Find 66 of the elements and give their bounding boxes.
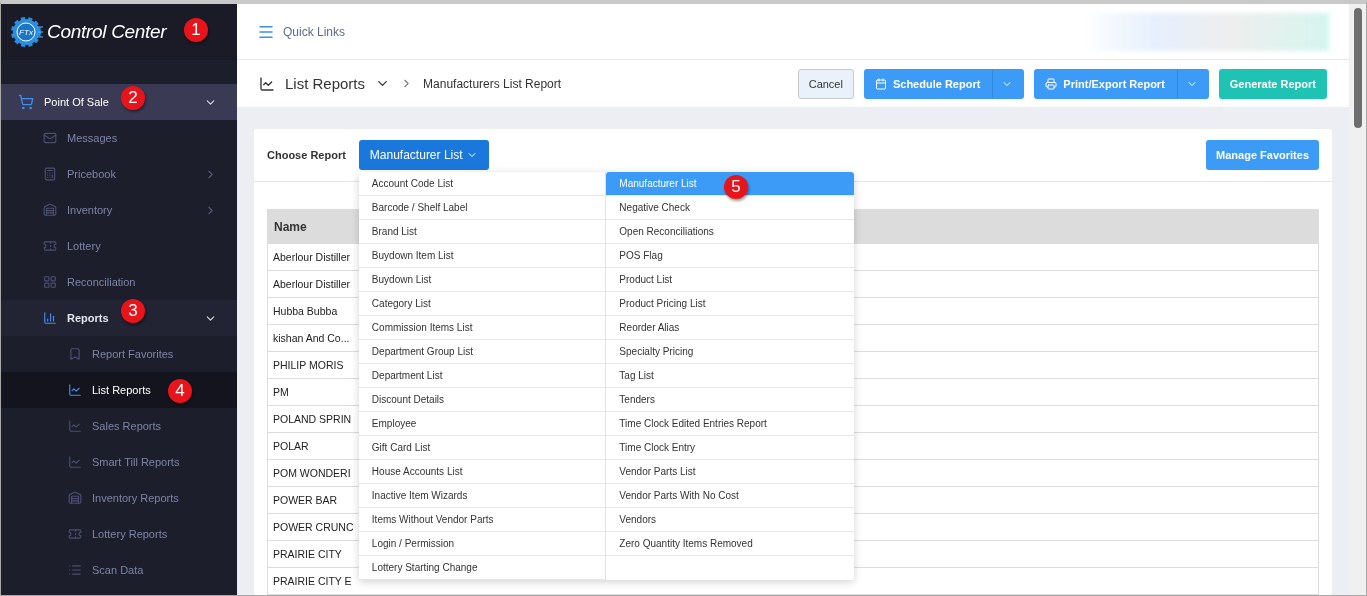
sidebar-item[interactable]: Messages <box>1 120 237 156</box>
menu-option[interactable]: Specialty Pricing <box>606 340 854 364</box>
bookmark-icon <box>68 347 82 361</box>
bar-chart-icon <box>43 311 57 325</box>
scrollbar[interactable] <box>1349 4 1366 595</box>
sidebar-item[interactable]: Report Favorites <box>1 336 237 372</box>
menu-option[interactable]: Commission Items List <box>358 316 606 340</box>
menu-option[interactable]: Department List <box>358 364 606 388</box>
menu-option[interactable]: POS Flag <box>606 244 854 268</box>
breadcrumb-section[interactable]: List Reports <box>285 75 366 92</box>
calculator-icon <box>43 167 57 181</box>
menu-option[interactable]: Department Group List <box>358 340 606 364</box>
menu-option[interactable]: Login / Permission <box>358 532 606 556</box>
menu-option[interactable]: Product Pricing List <box>606 292 854 316</box>
menu-option[interactable]: Buydown List <box>358 268 606 292</box>
menu-option[interactable]: Barcode / Shelf Label <box>358 196 606 220</box>
menu-option[interactable]: House Accounts List <box>358 460 606 484</box>
printer-icon <box>1045 77 1058 90</box>
action-button[interactable]: Cancel <box>797 68 854 99</box>
choose-report-label: Choose Report <box>267 149 346 161</box>
cart-icon <box>18 94 34 110</box>
menu-option[interactable]: Vendors <box>606 508 854 532</box>
menu-option[interactable]: Brand List <box>358 220 606 244</box>
menu-option[interactable]: Lottery Starting Change <box>358 556 606 580</box>
menu-option[interactable]: Tenders <box>606 388 854 412</box>
quick-links[interactable]: Quick Links <box>283 24 1073 39</box>
menu-option[interactable]: Open Reconciliations <box>606 220 854 244</box>
menu-option[interactable]: Items Without Vendor Parts <box>358 508 606 532</box>
menu-option[interactable]: Time Clock Entry <box>606 436 854 460</box>
sidebar-item[interactable]: Lottery Reports <box>1 516 237 552</box>
menu-option[interactable]: Inactive Item Wizards <box>358 484 606 508</box>
sidebar-item[interactable]: Reconciliation <box>1 264 237 300</box>
menu-option[interactable]: Tag List <box>606 364 854 388</box>
ticket-icon <box>68 527 82 541</box>
sidebar-item[interactable]: Inventory <box>1 192 237 228</box>
logo-text: Control Center <box>47 21 167 43</box>
menu-option[interactable]: Category List <box>358 292 606 316</box>
list-icon <box>68 563 82 577</box>
menu-option[interactable]: Reorder Alias <box>606 316 854 340</box>
menu-option[interactable]: Vendor Parts With No Cost <box>606 484 854 508</box>
sidebar-item[interactable]: Inventory Reports <box>1 480 237 516</box>
sidebar-item[interactable]: Scan Data <box>1 552 237 588</box>
envelope-icon <box>43 131 57 145</box>
menu-option[interactable]: Zero Quantity Items Removed <box>606 532 854 556</box>
menu-option[interactable]: Employee <box>358 412 606 436</box>
line-chart-icon <box>259 75 275 92</box>
menu-option[interactable]: Vendor Parts List <box>606 460 854 484</box>
menu-option[interactable]: Gift Card List <box>358 436 606 460</box>
menu-option[interactable]: Discount Details <box>358 388 606 412</box>
line-chart-icon <box>68 455 82 469</box>
menu-option[interactable]: Time Clock Edited Entries Report <box>606 412 854 436</box>
line-chart-icon <box>68 383 82 397</box>
sidebar-item[interactable]: Pricebook <box>1 156 237 192</box>
report-dropdown[interactable]: Manufacturer List <box>358 140 489 170</box>
ticket-icon <box>43 239 57 253</box>
menu-option[interactable]: Account Code List <box>358 172 606 196</box>
menu-option[interactable]: Product List <box>606 268 854 292</box>
grid-icon <box>43 275 57 289</box>
line-chart-icon <box>68 419 82 433</box>
menu-option[interactable]: Negative Check <box>606 196 854 220</box>
sidebar-item[interactable]: Smart Till Reports <box>1 444 237 480</box>
breadcrumb-page: Manufacturers List Report <box>423 76 563 91</box>
sidebar-item[interactable]: Sales Reports <box>1 408 237 444</box>
sidebar-item[interactable]: Lottery <box>1 228 237 264</box>
menu-option[interactable]: Buydown Item List <box>358 244 606 268</box>
calendar-icon <box>874 77 887 90</box>
